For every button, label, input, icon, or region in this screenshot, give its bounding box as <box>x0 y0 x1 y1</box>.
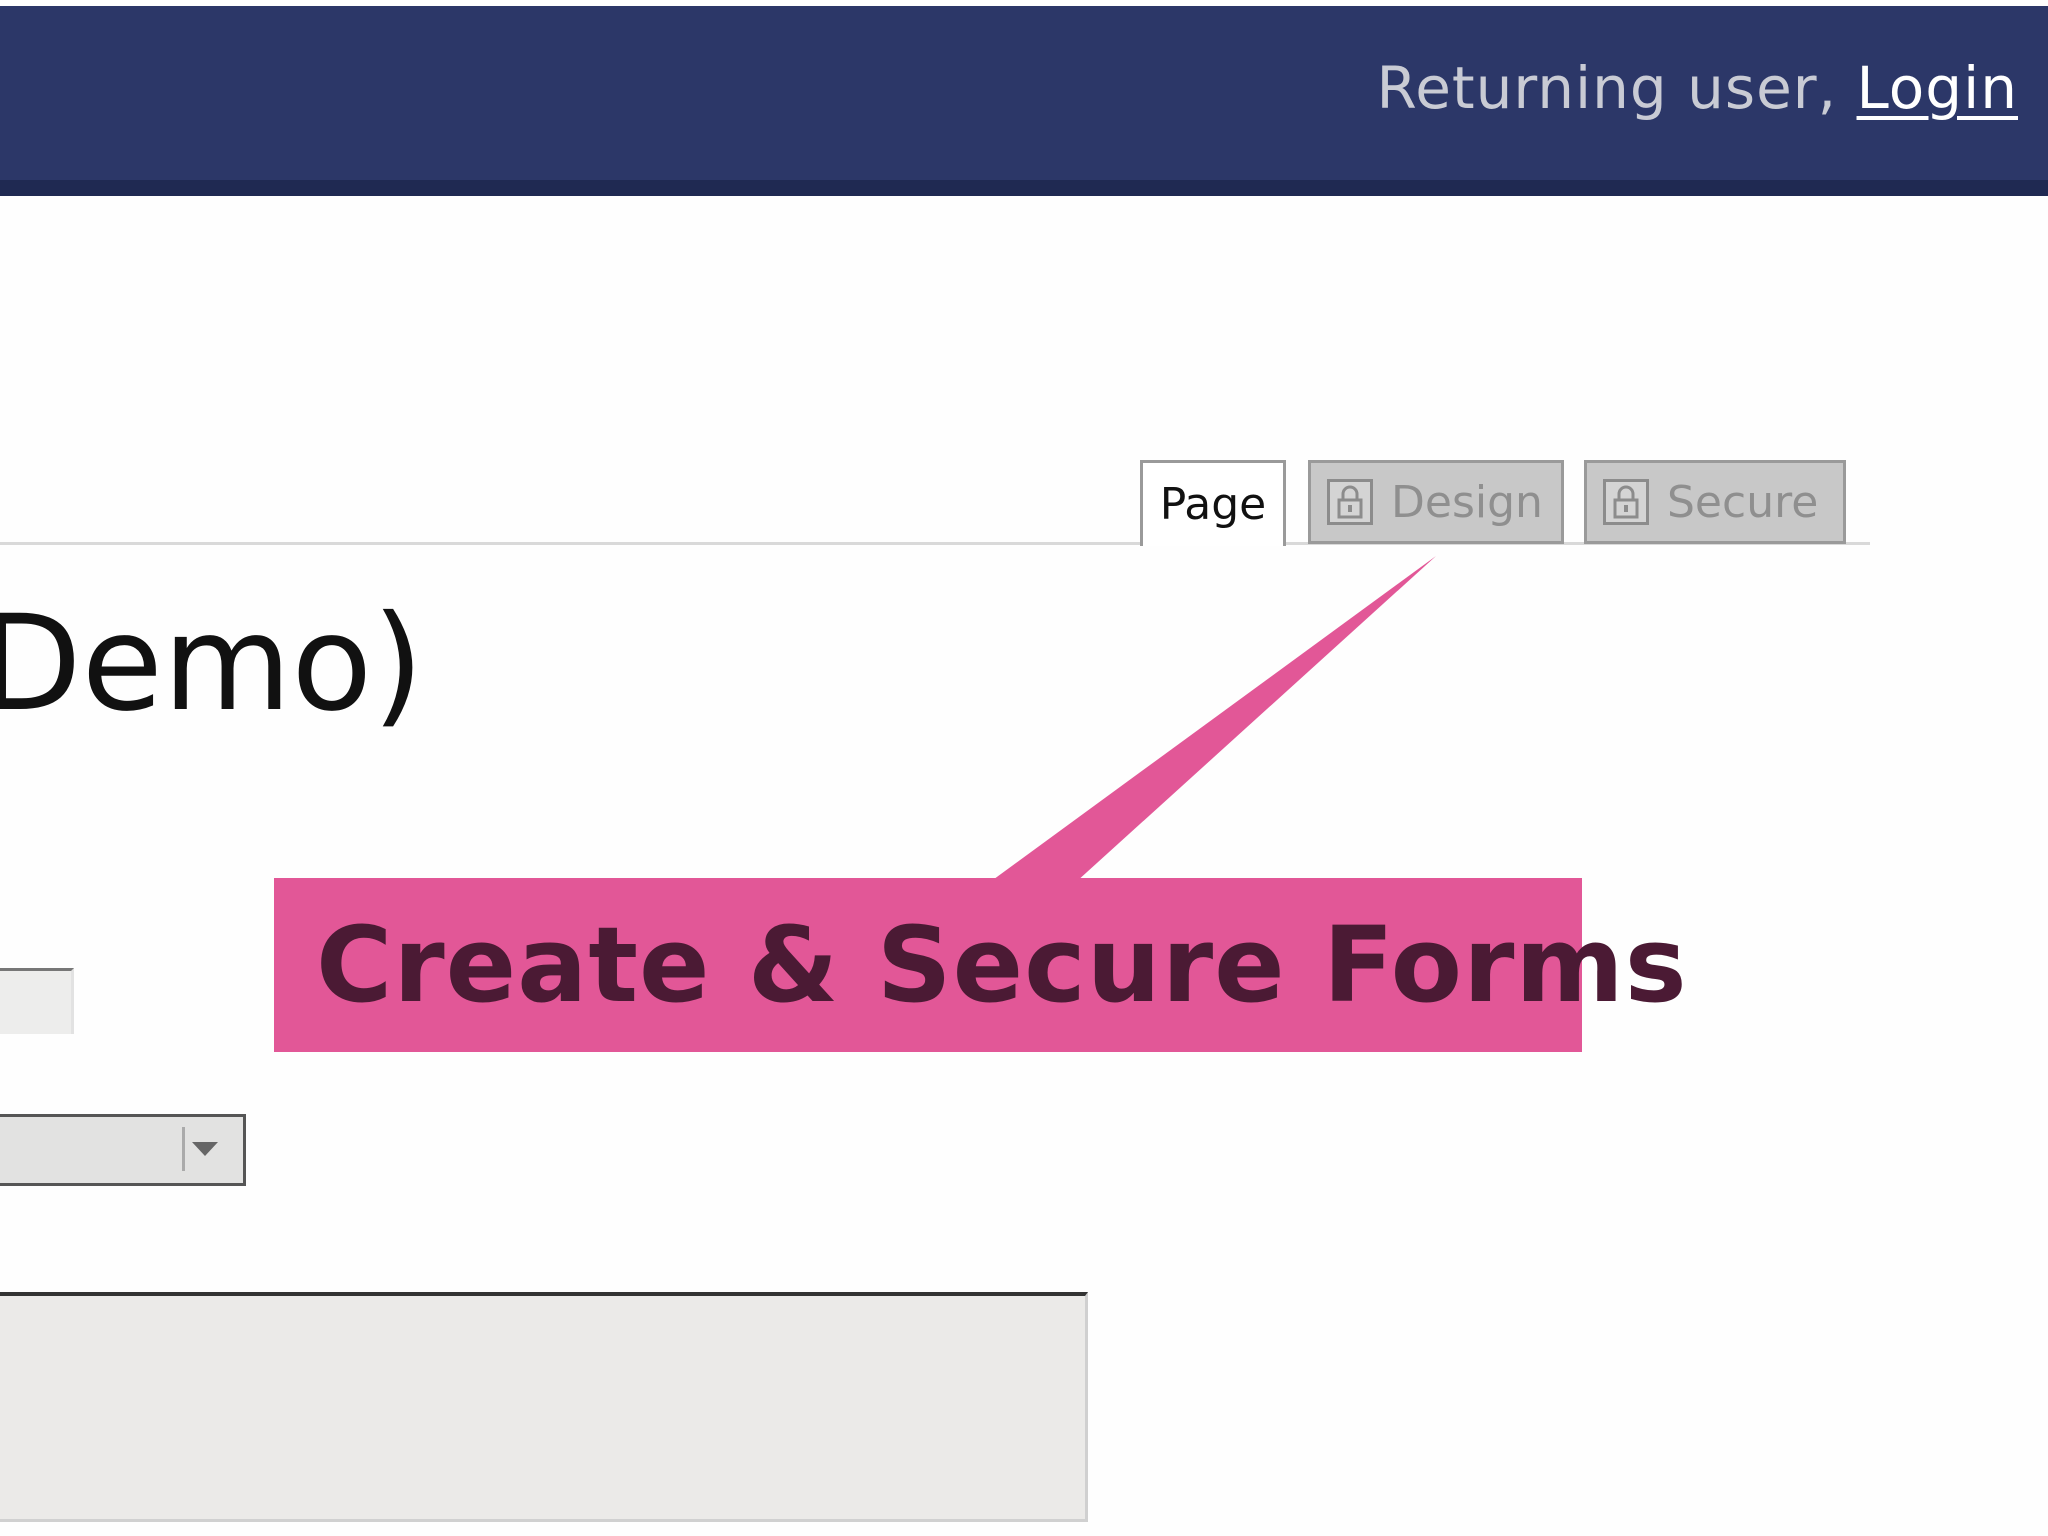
top-navigation-bar: Returning user, Login <box>0 6 2048 196</box>
chevron-down-icon[interactable] <box>182 1127 225 1171</box>
callout-banner: Create & Secure Forms <box>274 878 1687 1052</box>
login-prompt: Returning user, Login <box>1377 54 2018 122</box>
textarea-field[interactable] <box>0 1292 1088 1522</box>
tab-design[interactable]: Design <box>1308 460 1564 544</box>
lock-icon <box>1327 479 1373 525</box>
tab-secure-label: Secure <box>1667 476 1819 528</box>
login-link[interactable]: Login <box>1857 54 2018 122</box>
returning-user-text: Returning user, <box>1376 54 1838 122</box>
tab-page[interactable]: Page <box>1140 460 1286 546</box>
text-input-field[interactable] <box>0 968 74 1034</box>
tab-page-label: Page <box>1159 479 1267 530</box>
page-title: Demo) <box>0 587 424 741</box>
lock-icon <box>1603 479 1649 525</box>
tab-secure[interactable]: Secure <box>1584 460 1846 544</box>
dropdown-select[interactable] <box>0 1114 246 1186</box>
tab-design-label: Design <box>1391 476 1543 528</box>
page: Returning user, Login Page Design Secure… <box>0 0 2048 1536</box>
callout-text: Create & Secure Forms <box>316 904 1688 1026</box>
